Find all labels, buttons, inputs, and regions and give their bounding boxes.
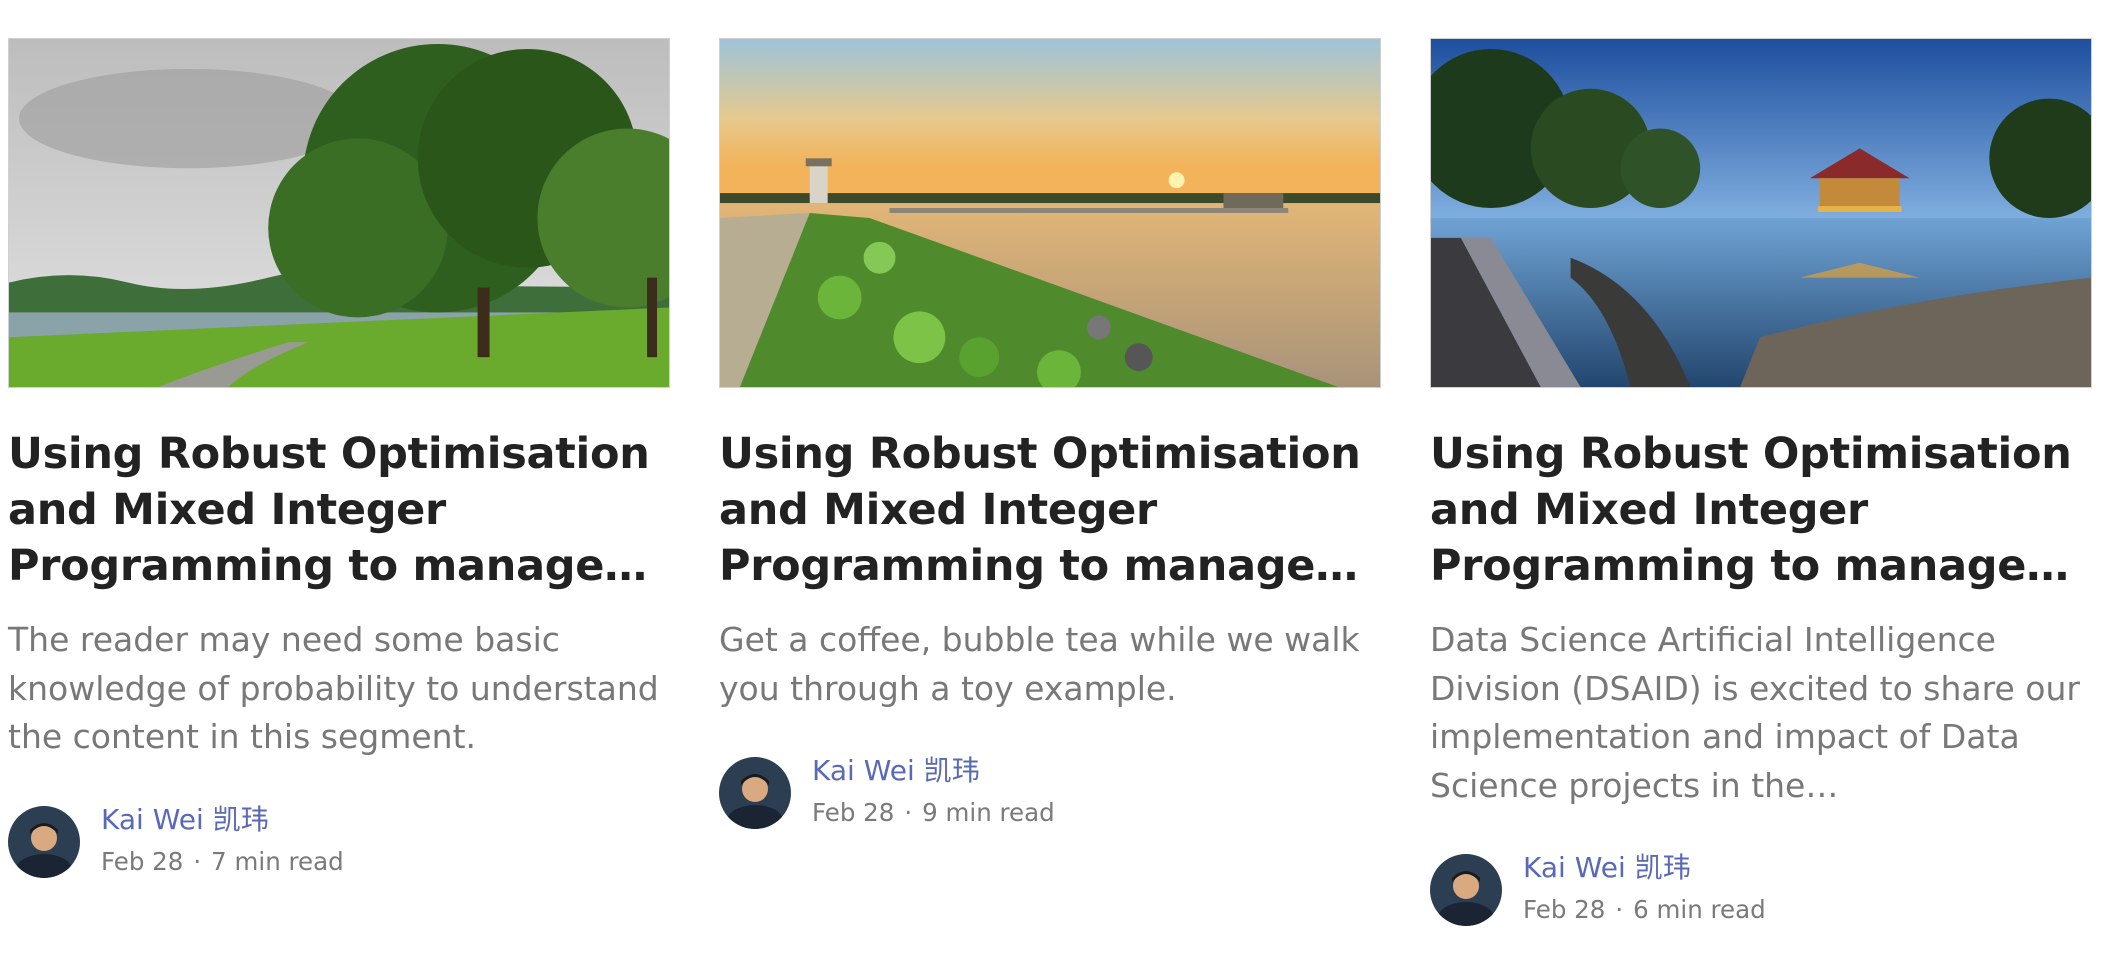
author-avatar[interactable]	[719, 757, 791, 829]
title-line: Using Robust Optimisation	[8, 429, 650, 479]
title-line: and Mixed Integer	[8, 485, 446, 535]
author-block: Kai Wei 凯玮 Feb 28 · 6 min read	[1430, 851, 2092, 926]
title-line: Programming to manage…	[719, 541, 1358, 591]
article-thumbnail-pavilion[interactable]	[1430, 38, 2092, 388]
publish-date: Feb 28	[812, 798, 895, 827]
title-line: and Mixed Integer	[719, 485, 1157, 535]
read-time: 6 min read	[1633, 895, 1766, 924]
author-link[interactable]: Kai Wei 凯玮	[101, 803, 269, 837]
meta-separator: ·	[904, 798, 913, 827]
author-block: Kai Wei 凯玮 Feb 28 · 9 min read	[719, 754, 1381, 829]
author-link[interactable]: Kai Wei 凯玮	[1523, 851, 1691, 885]
description-line: you through a toy example.	[719, 668, 1177, 708]
article-thumbnail-sunset[interactable]	[719, 38, 1381, 388]
reservoir-sunset-image	[720, 39, 1380, 387]
article-description[interactable]: Get a coffee, bubble tea while we walk y…	[719, 616, 1381, 713]
author-avatar[interactable]	[1430, 854, 1502, 926]
author-block: Kai Wei 凯玮 Feb 28 · 7 min read	[8, 803, 670, 878]
author-link[interactable]: Kai Wei 凯玮	[812, 754, 980, 788]
avatar-image	[8, 805, 80, 878]
description-line: Science projects in the…	[1430, 765, 1839, 805]
article-card: Using Robust Optimisation and Mixed Inte…	[8, 38, 670, 878]
author-avatar[interactable]	[8, 805, 80, 878]
article-thumbnail-park[interactable]	[8, 38, 670, 388]
title-line: Programming to manage…	[1430, 541, 2069, 591]
park-lake-image	[9, 39, 669, 387]
article-title[interactable]: Using Robust Optimisation and Mixed Inte…	[719, 426, 1381, 594]
description-line: Get a coffee, bubble tea while we walk	[719, 620, 1360, 659]
article-meta: Feb 28 · 7 min read	[101, 847, 344, 877]
meta-separator: ·	[193, 846, 202, 876]
description-line: knowledge of probability to understand	[8, 668, 659, 708]
read-time: 9 min read	[922, 798, 1055, 827]
description-line: Division (DSAID) is excited to share our	[1430, 668, 2080, 708]
publish-date: Feb 28	[101, 846, 184, 876]
read-time: 7 min read	[211, 846, 344, 876]
publish-date: Feb 28	[1523, 895, 1606, 924]
description-line: the content in this segment.	[8, 717, 476, 756]
avatar-image	[719, 757, 791, 829]
description-line: The reader may need some basic	[8, 620, 560, 659]
article-card: Using Robust Optimisation and Mixed Inte…	[719, 38, 1381, 829]
article-card: Using Robust Optimisation and Mixed Inte…	[1430, 38, 2092, 926]
article-meta: Feb 28 · 9 min read	[812, 798, 1055, 828]
description-line: implementation and impact of Data	[1430, 717, 2020, 756]
avatar-image	[1430, 854, 1502, 926]
article-description[interactable]: Data Science Artificial Intelligence Div…	[1430, 616, 2092, 810]
article-meta: Feb 28 · 6 min read	[1523, 895, 1766, 925]
title-line: Using Robust Optimisation	[1430, 429, 2072, 479]
article-description[interactable]: The reader may need some basic knowledge…	[8, 616, 670, 762]
article-title[interactable]: Using Robust Optimisation and Mixed Inte…	[1430, 426, 2092, 594]
pavilion-dusk-image	[1431, 39, 2091, 387]
article-title[interactable]: Using Robust Optimisation and Mixed Inte…	[8, 426, 670, 594]
title-line: and Mixed Integer	[1430, 485, 1868, 535]
description-line: Data Science Artificial Intelligence	[1430, 620, 1996, 659]
meta-separator: ·	[1615, 895, 1624, 924]
title-line: Using Robust Optimisation	[719, 429, 1361, 479]
title-line: Programming to manage…	[8, 541, 647, 591]
